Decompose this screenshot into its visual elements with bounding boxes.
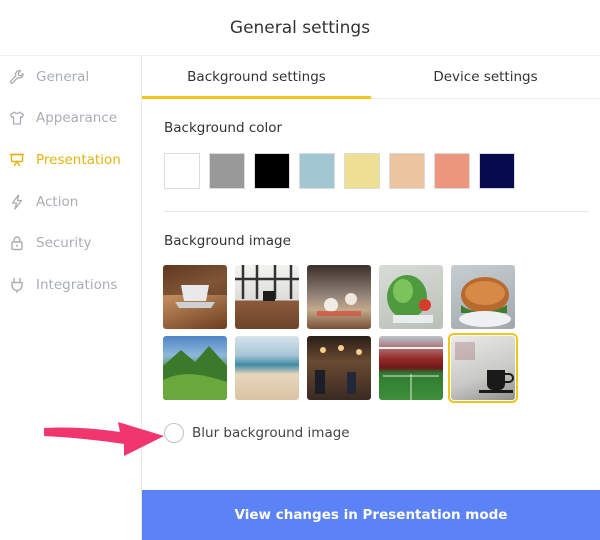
sidebar: General Appearance Presentation Action S… xyxy=(0,56,142,540)
lightning-icon xyxy=(9,193,25,210)
sidebar-item-label: Appearance xyxy=(36,110,118,127)
color-swatch-navy[interactable] xyxy=(479,153,515,189)
color-swatch-black[interactable] xyxy=(254,153,290,189)
header: General settings xyxy=(0,0,600,56)
coffee-cup-image[interactable] xyxy=(448,333,518,403)
view-changes-button[interactable]: View changes in Presentation mode xyxy=(142,490,600,540)
stadium-image[interactable] xyxy=(379,336,443,400)
settings-content: Background settings Device settings Back… xyxy=(142,56,600,540)
laptop-on-desk-image[interactable] xyxy=(163,265,227,329)
sidebar-item-label: Integrations xyxy=(36,276,118,293)
annotation-arrow-icon xyxy=(44,422,164,456)
sidebar-item-label: General xyxy=(36,68,90,85)
color-swatch-yellow[interactable] xyxy=(344,153,380,189)
page-title: General settings xyxy=(229,17,371,38)
lock-icon xyxy=(9,235,25,251)
section-divider xyxy=(164,211,589,212)
presentation-icon xyxy=(9,152,25,168)
plug-icon xyxy=(9,277,25,293)
sidebar-item-general[interactable]: General xyxy=(0,56,141,98)
window-desk-image[interactable] xyxy=(235,265,299,329)
sidebar-item-presentation[interactable]: Presentation xyxy=(0,139,141,181)
mountain-valley-image[interactable] xyxy=(163,336,227,400)
beach-image[interactable] xyxy=(235,336,299,400)
background-color-title: Background color xyxy=(164,120,283,136)
blur-background-option[interactable]: Blur background image xyxy=(164,423,350,443)
blur-background-label: Blur background image xyxy=(192,425,350,441)
sidebar-item-action[interactable]: Action xyxy=(0,181,141,223)
color-swatch-salmon[interactable] xyxy=(434,153,470,189)
color-swatches xyxy=(164,153,524,189)
salad-image[interactable] xyxy=(379,265,443,329)
sidebar-item-label: Presentation xyxy=(36,151,121,168)
tab-background-settings[interactable]: Background settings xyxy=(142,56,371,99)
sidebar-item-label: Action xyxy=(36,193,79,210)
bagel-image[interactable] xyxy=(451,265,515,329)
shirt-icon xyxy=(9,110,25,126)
restaurant-interior-image[interactable] xyxy=(307,336,371,400)
color-swatch-peach[interactable] xyxy=(389,153,425,189)
tab-bar: Background settings Device settings xyxy=(142,56,600,99)
color-swatch-light-blue[interactable] xyxy=(299,153,335,189)
sidebar-item-integrations[interactable]: Integrations xyxy=(0,264,141,306)
background-image-title: Background image xyxy=(164,233,291,249)
tab-device-settings[interactable]: Device settings xyxy=(371,56,600,98)
color-swatch-white[interactable] xyxy=(164,153,200,189)
sidebar-item-security[interactable]: Security xyxy=(0,222,141,264)
wrench-icon xyxy=(9,69,25,85)
cafe-table-image[interactable] xyxy=(307,265,371,329)
sidebar-item-label: Security xyxy=(36,235,92,252)
sidebar-item-appearance[interactable]: Appearance xyxy=(0,98,141,140)
color-swatch-gray[interactable] xyxy=(209,153,245,189)
background-image-grid xyxy=(163,265,523,403)
